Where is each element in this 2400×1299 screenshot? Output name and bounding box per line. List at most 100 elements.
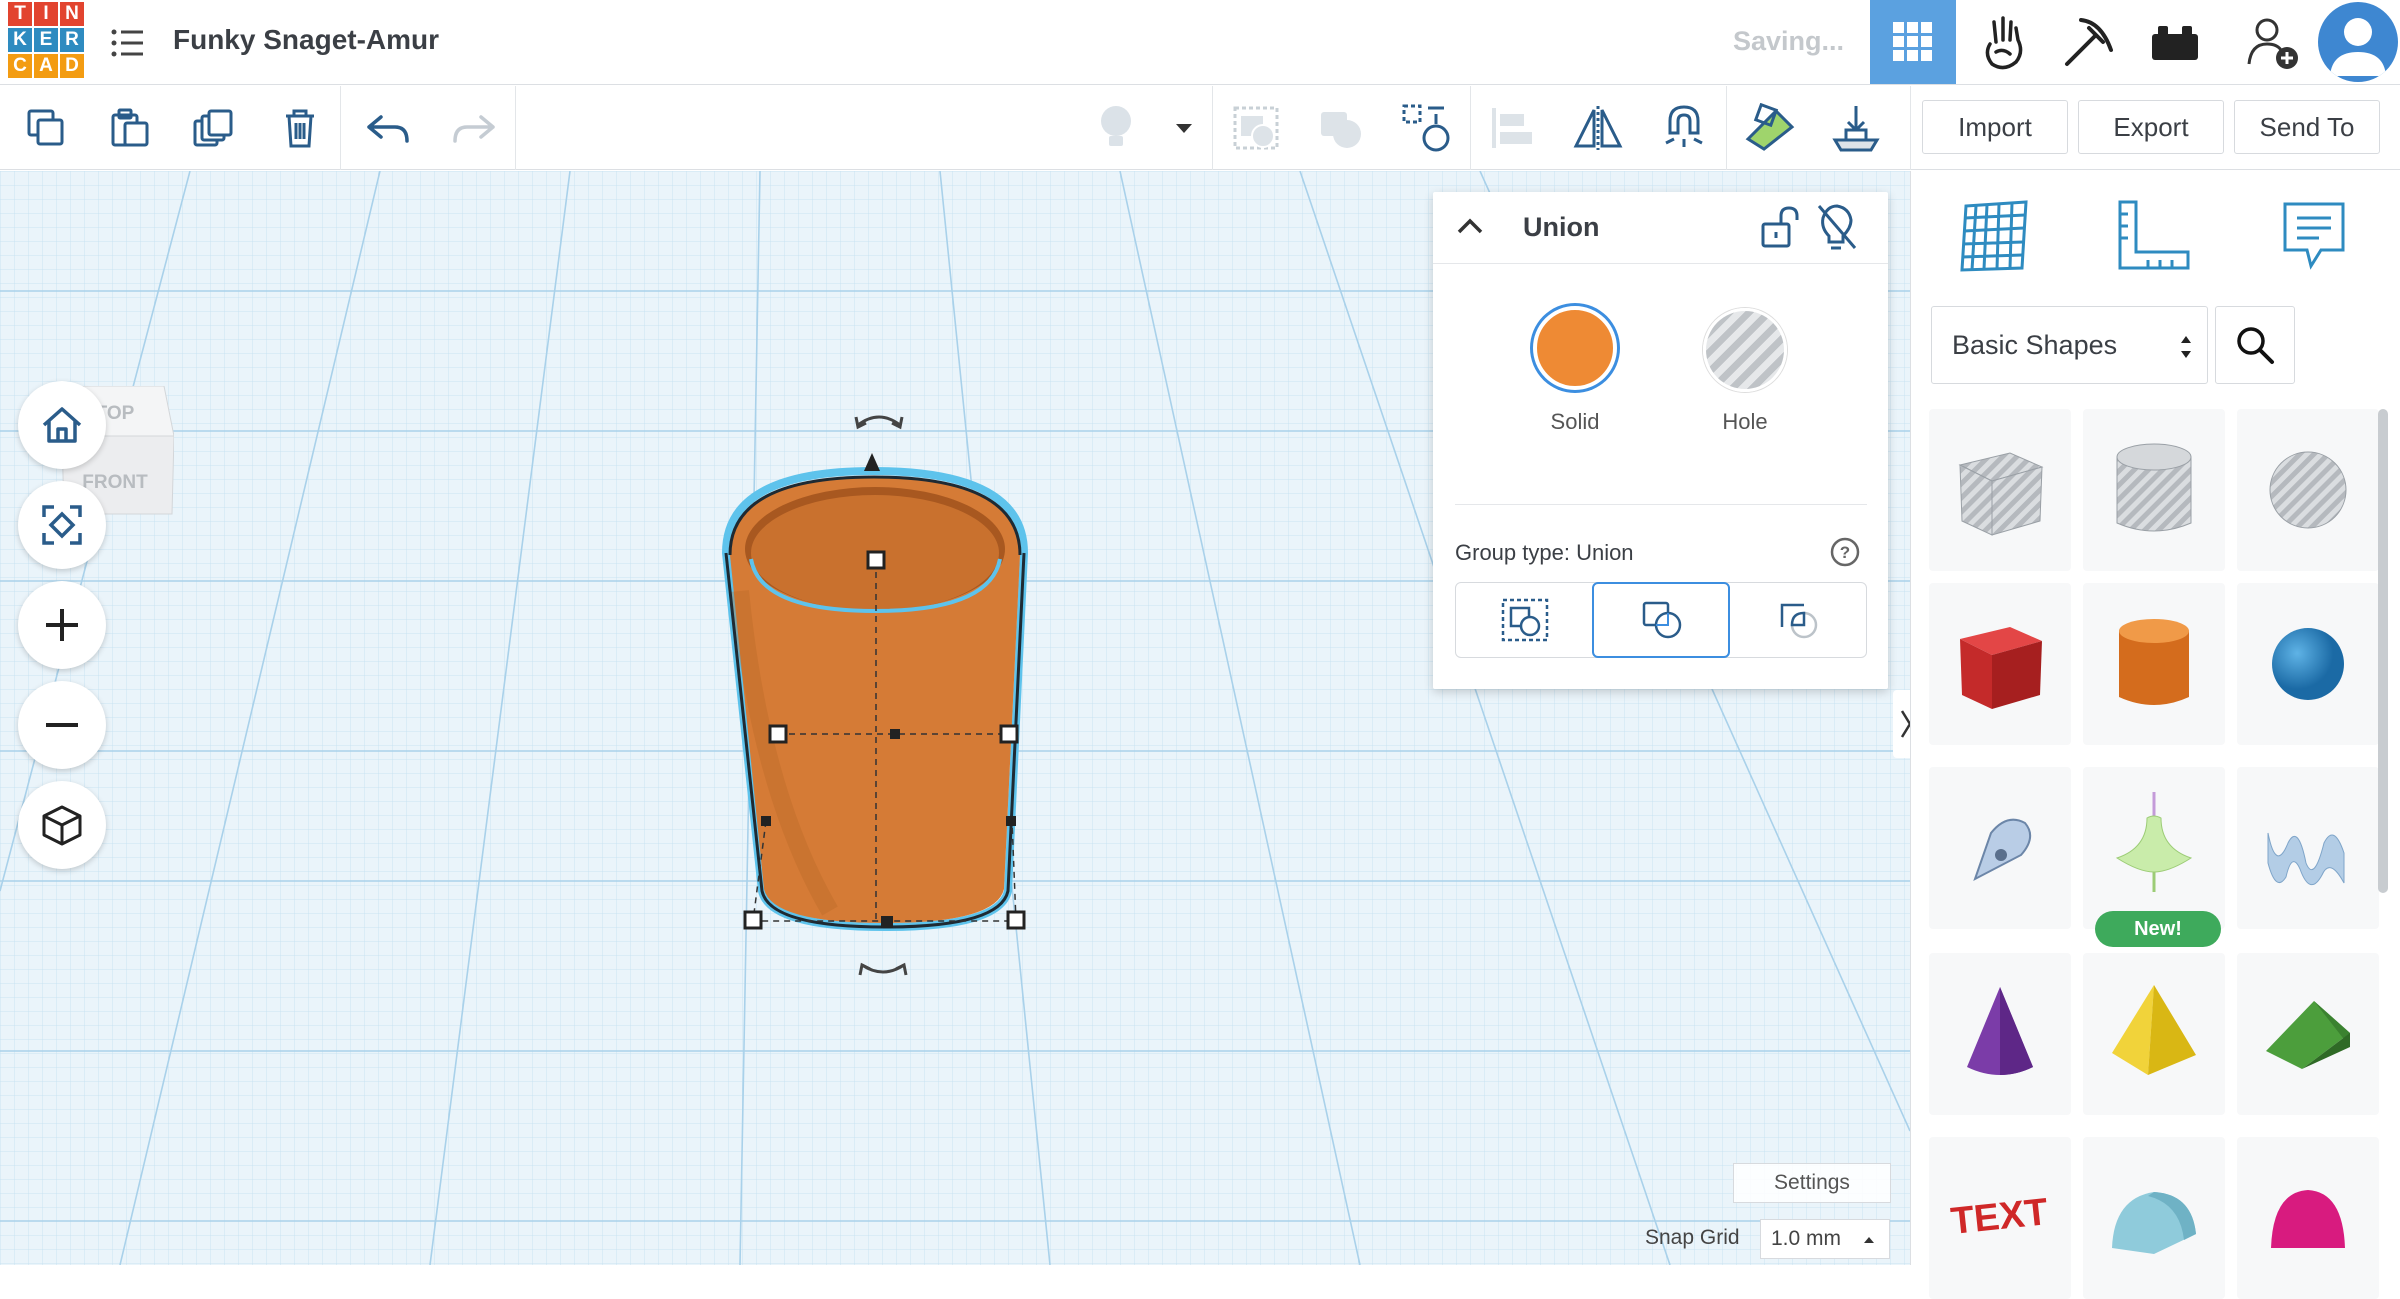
chevron-up-icon[interactable] xyxy=(1453,210,1487,244)
codeblocks-pickaxe-icon[interactable] xyxy=(2046,0,2132,84)
shape-box-hole[interactable] xyxy=(1929,409,2071,571)
fit-view-button[interactable] xyxy=(18,481,106,569)
drop-to-plane-icon[interactable] xyxy=(1828,100,1884,156)
zoom-in-button[interactable] xyxy=(18,581,106,669)
shape-roof[interactable] xyxy=(2237,953,2379,1115)
hole-label: Hole xyxy=(1722,409,1768,434)
library-selected-label: Basic Shapes xyxy=(1952,329,2118,360)
workplane-icon[interactable] xyxy=(1742,100,1798,156)
mirror-icon[interactable] xyxy=(1570,100,1626,156)
svg-text:TEXT: TEXT xyxy=(1949,1191,2050,1243)
library-scrollbar[interactable] xyxy=(2378,409,2388,893)
home-view-button[interactable] xyxy=(18,381,106,469)
dropdown-icon[interactable] xyxy=(1156,100,1212,156)
shape-spinner[interactable] xyxy=(2083,767,2225,929)
import-button[interactable]: Import xyxy=(1922,100,2068,154)
group-type-union-button[interactable] xyxy=(1592,582,1730,658)
union-icon xyxy=(1642,601,1682,639)
home-icon xyxy=(42,407,82,443)
shape-half-cylinder[interactable] xyxy=(2083,1137,2225,1299)
group-type-selector xyxy=(1455,582,1867,658)
combine-icon xyxy=(1501,598,1549,642)
intersect-icon xyxy=(1780,603,1818,639)
shape-library-panel: Basic Shapes New! TEXT xyxy=(1910,171,2400,1299)
group-type-combine-button[interactable] xyxy=(1456,582,1594,658)
shape-sphere[interactable] xyxy=(2237,583,2379,745)
shape-text[interactable]: TEXT xyxy=(1929,1137,2071,1299)
invite-user-icon[interactable] xyxy=(2230,0,2316,84)
hole-swatch[interactable] xyxy=(1703,308,1787,392)
logo-letter: E xyxy=(34,28,58,52)
group-type-intersect-button[interactable] xyxy=(1730,582,1868,658)
search-button[interactable] xyxy=(2215,306,2295,384)
shape-inspector: Union Solid Hole Group type: Union ? xyxy=(1433,192,1888,689)
solid-label: Solid xyxy=(1550,409,1600,434)
group-icon[interactable] xyxy=(1228,100,1284,156)
send-to-button[interactable]: Send To xyxy=(2234,100,2380,154)
project-title[interactable]: Funky Snaget-Amur xyxy=(173,24,439,56)
logo-letter: K xyxy=(8,28,32,52)
top-bar: T I N K E R C A D Funky Snaget-Amur Savi… xyxy=(0,0,2400,85)
undo-icon[interactable] xyxy=(360,100,416,156)
shape-text-squiggle[interactable] xyxy=(2237,767,2379,929)
hole-grid-icon[interactable] xyxy=(1398,100,1454,156)
shape-paraboloid[interactable] xyxy=(2237,1137,2379,1299)
light-off-icon[interactable] xyxy=(1813,202,1859,252)
unlock-icon[interactable] xyxy=(1759,204,1801,250)
shape-pyramid[interactable] xyxy=(2083,953,2225,1115)
copy-icon[interactable] xyxy=(18,100,74,156)
snap-grid-value: 1.0 mm xyxy=(1771,1227,1842,1250)
snap-grid-label: Snap Grid xyxy=(1645,1226,1740,1249)
logo-letter: A xyxy=(34,54,58,78)
shape-cylinder-hole[interactable] xyxy=(2083,409,2225,571)
light-bulb-icon[interactable] xyxy=(1088,100,1144,156)
logo-letter: R xyxy=(60,28,84,52)
group-type-label: Group type: Union xyxy=(1455,540,1634,565)
fit-view-icon xyxy=(42,505,82,545)
3d-design-grid-icon[interactable] xyxy=(1870,0,1956,84)
circuits-hand-icon[interactable] xyxy=(1960,0,2046,84)
export-button[interactable]: Export xyxy=(2078,100,2224,154)
ruler-tab[interactable] xyxy=(2109,191,2199,281)
shape-scribble[interactable] xyxy=(1929,767,2071,929)
notes-icon xyxy=(2283,202,2345,270)
notes-tab[interactable] xyxy=(2269,191,2359,281)
perspective-button[interactable] xyxy=(18,781,106,869)
delete-icon[interactable] xyxy=(272,100,328,156)
bricks-icon[interactable] xyxy=(2132,0,2218,84)
settings-button[interactable]: Settings xyxy=(1733,1163,1891,1203)
snap-grid-select[interactable]: 1.0 mm xyxy=(1760,1219,1890,1259)
logo-letter: I xyxy=(34,2,58,26)
zoom-out-button[interactable] xyxy=(18,681,106,769)
shape-box[interactable] xyxy=(1929,583,2071,745)
logo-letter: N xyxy=(60,2,84,26)
solid-group-icon[interactable] xyxy=(1312,100,1368,156)
logo-letter: D xyxy=(60,54,84,78)
workplane-grid-tab[interactable] xyxy=(1949,191,2039,281)
align-icon[interactable] xyxy=(1484,100,1540,156)
tinkercad-logo[interactable]: T I N K E R C A D xyxy=(6,0,84,80)
minus-icon xyxy=(46,723,78,727)
shape-cylinder[interactable] xyxy=(2083,583,2225,745)
solid-color-swatch[interactable] xyxy=(1533,306,1617,390)
help-icon[interactable]: ? xyxy=(1829,536,1861,568)
shape-sphere-hole[interactable] xyxy=(2237,409,2379,571)
ruler-icon xyxy=(2118,200,2190,270)
new-badge: New! xyxy=(2095,911,2221,947)
inspector-title: Union xyxy=(1523,212,1600,242)
paste-icon[interactable] xyxy=(102,100,158,156)
inspector-header: Union xyxy=(1433,192,1888,264)
selected-shape[interactable] xyxy=(721,415,1029,976)
search-icon xyxy=(2237,327,2274,364)
user-avatar[interactable] xyxy=(2318,2,2398,82)
design-list-icon[interactable] xyxy=(110,26,146,60)
shape-cone[interactable] xyxy=(1929,953,2071,1115)
magnet-icon[interactable] xyxy=(1656,100,1712,156)
duplicate-icon[interactable] xyxy=(186,100,242,156)
shape-library-select[interactable]: Basic Shapes xyxy=(1931,306,2208,384)
caret-up-icon xyxy=(1864,1237,1874,1243)
toolbar: Import Export Send To xyxy=(0,86,2400,170)
grid-panel-icon xyxy=(1960,200,2028,272)
redo-icon[interactable] xyxy=(446,100,502,156)
select-arrows-icon xyxy=(2181,336,2191,358)
